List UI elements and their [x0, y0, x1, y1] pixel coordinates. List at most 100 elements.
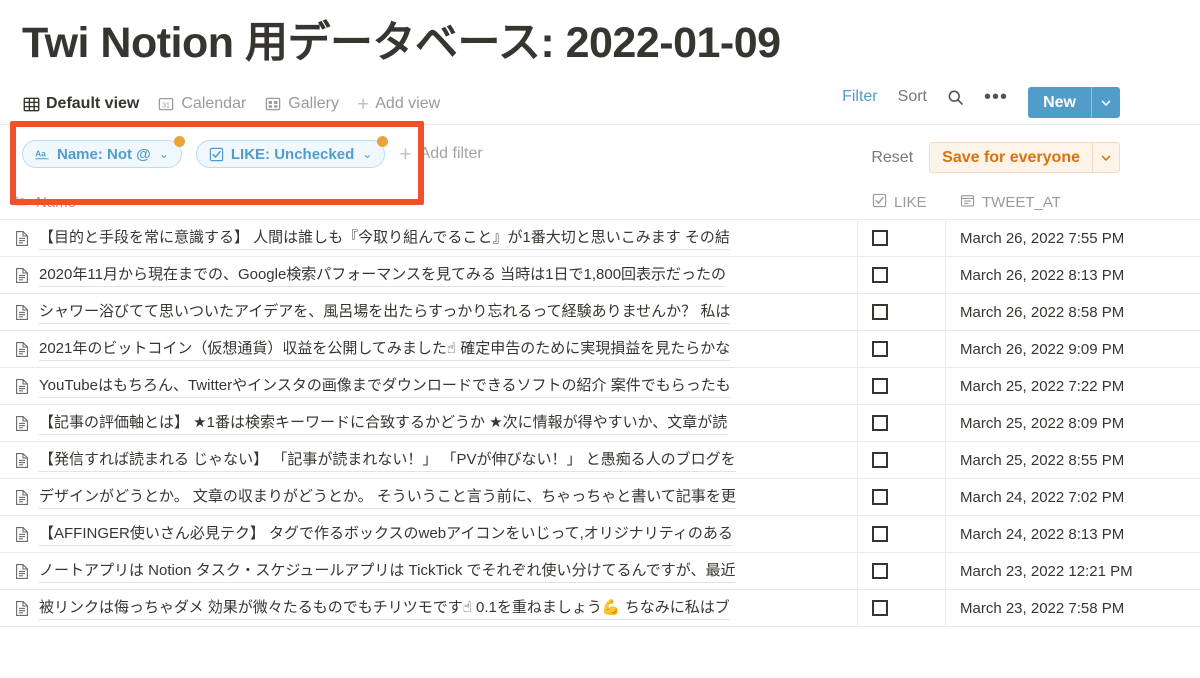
chevron-down-icon[interactable]: ⌄ — [159, 147, 169, 161]
like-checkbox[interactable] — [872, 563, 888, 579]
cell-tweet-at[interactable]: March 23, 2022 12:21 PM — [946, 553, 1200, 589]
cell-name[interactable]: ノートアプリは Notion タスク・スケジュールアプリは TickTick で… — [0, 553, 858, 589]
table-row[interactable]: シャワー浴びてて思いついたアイデアを、風呂場を出たらすっかり忘れるって経験ありま… — [0, 294, 1200, 331]
cell-name-text: シャワー浴びてて思いついたアイデアを、風呂場を出たらすっかり忘れるって経験ありま… — [39, 301, 731, 324]
cell-tweet-at[interactable]: March 25, 2022 8:09 PM — [946, 405, 1200, 441]
cell-like[interactable] — [858, 368, 946, 404]
cell-like[interactable] — [858, 331, 946, 367]
page-document-icon — [14, 378, 30, 395]
column-header-tweet-at[interactable]: TWEET_AT — [946, 186, 1200, 219]
table-row[interactable]: 2021年のビットコイン（仮想通貨）収益を公開してみました☝ 確定申告のために実… — [0, 331, 1200, 368]
cell-like[interactable] — [858, 516, 946, 552]
cell-name-text: 2021年のビットコイン（仮想通貨）収益を公開してみました☝ 確定申告のために実… — [39, 338, 731, 361]
table-row[interactable]: 【目的と手段を常に意識する】 人間は誰しも『今取り組んでること』が1番大切と思い… — [0, 220, 1200, 257]
view-tab-gallery[interactable]: Gallery — [264, 95, 339, 115]
view-tab-default-view[interactable]: Default view — [22, 95, 139, 115]
column-header-name[interactable]: Aa Name — [0, 186, 858, 219]
cell-name[interactable]: 被リンクは侮っちゃダメ 効果が微々たるものでもチリツモです☝ 0.1を重ねましょ… — [0, 590, 858, 626]
column-header-label: Name — [36, 194, 77, 211]
save-for-everyone-button[interactable]: Save for everyone — [930, 143, 1093, 172]
reset-button[interactable]: Reset — [871, 149, 913, 167]
new-button[interactable]: New — [1028, 87, 1092, 118]
filter-pill-label: LIKE: Unchecked — [230, 145, 355, 163]
chevron-down-icon[interactable]: ⌄ — [362, 147, 372, 161]
like-checkbox[interactable] — [872, 526, 888, 542]
filter-pill-label: Name: Not @ — [57, 145, 151, 163]
like-checkbox[interactable] — [872, 341, 888, 357]
filter-button[interactable]: Filter — [842, 88, 878, 106]
table-row[interactable]: 【AFFINGER使いさん必見テク】 タグで作るボックスのwebアイコンをいじっ… — [0, 516, 1200, 553]
filter-pill-name[interactable]: Aa Name: Not @ ⌄ — [22, 136, 185, 168]
like-checkbox[interactable] — [872, 600, 888, 616]
active-tab-underline — [22, 122, 166, 125]
cell-name[interactable]: 【記事の評価軸とは】 ★1番は検索キーワードに合致するかどうか ★次に情報が得や… — [0, 405, 858, 441]
table-row[interactable]: YouTubeはもちろん、Twitterやインスタの画像までダウンロードできるソ… — [0, 368, 1200, 405]
more-options-icon[interactable]: ••• — [984, 87, 1008, 107]
add-view-button[interactable]: + Add view — [357, 94, 440, 117]
cell-tweet-at[interactable]: March 26, 2022 8:58 PM — [946, 294, 1200, 330]
table-row[interactable]: 【発信すれば読まれる じゃない】 「記事が読まれない！」 「PVが伸びない！」 … — [0, 442, 1200, 479]
table-row[interactable]: 【記事の評価軸とは】 ★1番は検索キーワードに合致するかどうか ★次に情報が得や… — [0, 405, 1200, 442]
cell-like[interactable] — [858, 553, 946, 589]
table-row[interactable]: デザインがどうとか。 文章の収まりがどうとか。 そういうこと言う前に、ちゃっちゃ… — [0, 479, 1200, 516]
cell-name[interactable]: シャワー浴びてて思いついたアイデアを、風呂場を出たらすっかり忘れるって経験ありま… — [0, 294, 858, 330]
cell-tweet-at[interactable]: March 25, 2022 8:55 PM — [946, 442, 1200, 478]
cell-name[interactable]: 2021年のビットコイン（仮想通貨）収益を公開してみました☝ 確定申告のために実… — [0, 331, 858, 367]
filter-pill-bar: Aa Name: Not @ ⌄ LIKE: Unchecked ⌄ + Add… — [22, 136, 483, 168]
cell-like[interactable] — [858, 220, 946, 256]
cell-like[interactable] — [858, 442, 946, 478]
filter-pill-like[interactable]: LIKE: Unchecked ⌄ — [195, 136, 389, 168]
cell-like[interactable] — [858, 257, 946, 293]
sort-button[interactable]: Sort — [898, 88, 927, 106]
view-tab-calendar[interactable]: 31 Calendar — [157, 95, 246, 115]
cell-tweet-at[interactable]: March 26, 2022 8:13 PM — [946, 257, 1200, 293]
text-property-icon: Aa — [14, 194, 29, 211]
like-checkbox[interactable] — [872, 452, 888, 468]
page-document-icon — [14, 304, 30, 321]
cell-like[interactable] — [858, 479, 946, 515]
save-dropdown-caret-icon[interactable] — [1093, 143, 1119, 172]
cell-name[interactable]: 【AFFINGER使いさん必見テク】 タグで作るボックスのwebアイコンをいじっ… — [0, 516, 858, 552]
cell-name[interactable]: デザインがどうとか。 文章の収まりがどうとか。 そういうこと言う前に、ちゃっちゃ… — [0, 479, 858, 515]
page-document-icon — [14, 526, 30, 543]
notion-database-page: Twi Notion 用データベース: 2022-01-09 Default v… — [0, 0, 1200, 678]
cell-like[interactable] — [858, 590, 946, 626]
like-checkbox[interactable] — [872, 489, 888, 505]
table-row[interactable]: 被リンクは侮っちゃダメ 効果が微々たるものでもチリツモです☝ 0.1を重ねましょ… — [0, 590, 1200, 627]
plus-icon: + — [356, 92, 370, 116]
cell-tweet-at[interactable]: March 26, 2022 7:55 PM — [946, 220, 1200, 256]
cell-name[interactable]: 【目的と手段を常に意識する】 人間は誰しも『今取り組んでること』が1番大切と思い… — [0, 220, 858, 256]
table-row[interactable]: 2020年11月から現在までの、Google検索パフォーマンスを見てみる 当時は… — [0, 257, 1200, 294]
cell-tweet-at[interactable]: March 24, 2022 8:13 PM — [946, 516, 1200, 552]
svg-text:31: 31 — [162, 102, 170, 109]
cell-name[interactable]: YouTubeはもちろん、Twitterやインスタの画像までダウンロードできるソ… — [0, 368, 858, 404]
like-checkbox[interactable] — [872, 267, 888, 283]
add-filter-button[interactable]: + Add filter — [399, 144, 482, 165]
like-checkbox[interactable] — [872, 230, 888, 246]
search-icon[interactable] — [947, 89, 964, 106]
cell-name[interactable]: 2020年11月から現在までの、Google検索パフォーマンスを見てみる 当時は… — [0, 257, 858, 293]
column-header-like[interactable]: LIKE — [858, 186, 946, 219]
cell-name-text: 【目的と手段を常に意識する】 人間は誰しも『今取り組んでること』が1番大切と思い… — [39, 227, 730, 250]
cell-like[interactable] — [858, 405, 946, 441]
page-document-icon — [14, 267, 30, 284]
filter-unsaved-badge — [173, 136, 185, 147]
like-checkbox[interactable] — [872, 304, 888, 320]
table-header-row: Aa Name LIKE TWEET_AT — [0, 186, 1200, 220]
like-checkbox[interactable] — [872, 378, 888, 394]
view-tab-label: Calendar — [181, 95, 247, 112]
new-dropdown-caret-icon[interactable] — [1092, 87, 1120, 118]
checkbox-property-icon — [209, 147, 224, 162]
page-document-icon — [14, 415, 30, 432]
like-checkbox[interactable] — [872, 415, 888, 431]
cell-tweet-at[interactable]: March 24, 2022 7:02 PM — [946, 479, 1200, 515]
page-document-icon — [14, 452, 30, 469]
add-filter-label: Add filter — [419, 145, 483, 162]
cell-tweet-at[interactable]: March 26, 2022 9:09 PM — [946, 331, 1200, 367]
cell-tweet-at[interactable]: March 23, 2022 7:58 PM — [946, 590, 1200, 626]
table-row[interactable]: ノートアプリは Notion タスク・スケジュールアプリは TickTick で… — [0, 553, 1200, 590]
cell-name[interactable]: 【発信すれば読まれる じゃない】 「記事が読まれない！」 「PVが伸びない！」 … — [0, 442, 858, 478]
cell-tweet-at[interactable]: March 25, 2022 7:22 PM — [946, 368, 1200, 404]
cell-like[interactable] — [858, 294, 946, 330]
cell-name-text: 【記事の評価軸とは】 ★1番は検索キーワードに合致するかどうか ★次に情報が得や… — [39, 412, 728, 435]
